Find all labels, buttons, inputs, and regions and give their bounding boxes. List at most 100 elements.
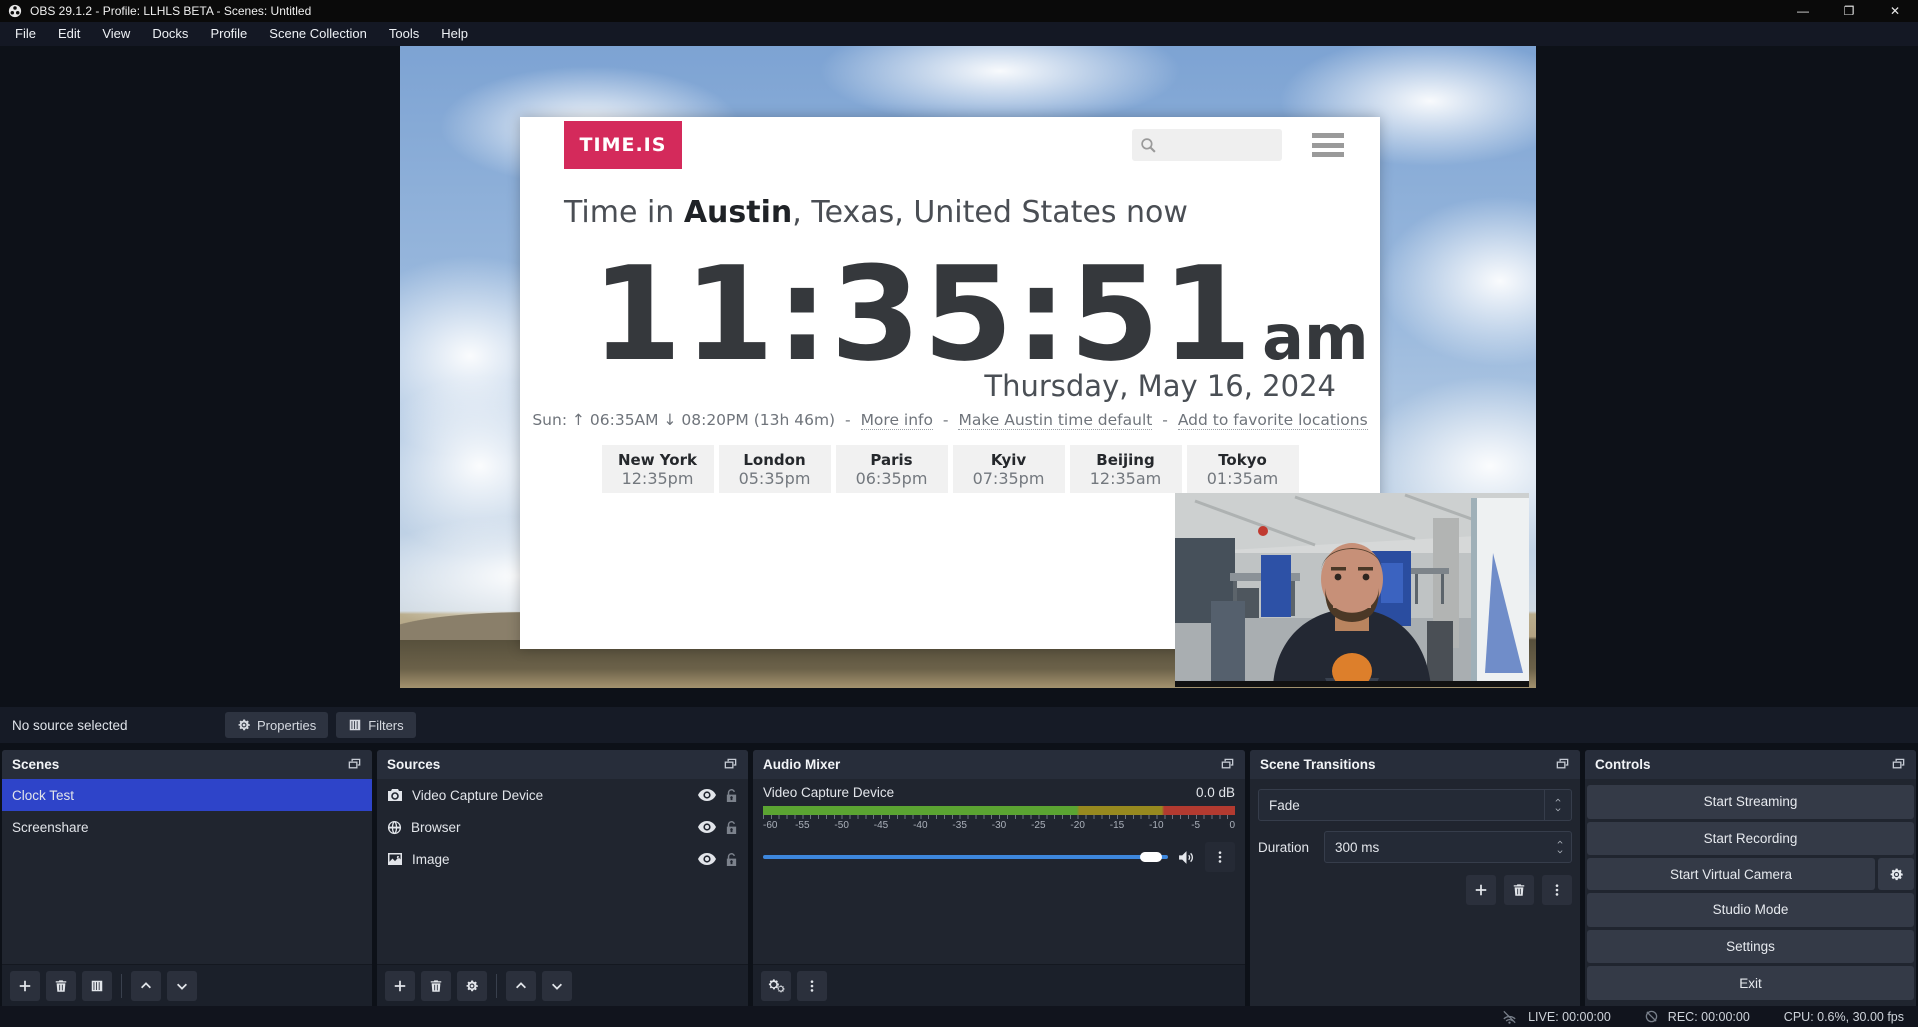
virtual-camera-settings-button[interactable] (1878, 858, 1914, 890)
advanced-audio-button[interactable] (761, 971, 791, 1001)
volume-slider-handle[interactable] (1140, 852, 1162, 862)
add-scene-button[interactable] (10, 971, 40, 1001)
menu-bar: File Edit View Docks Profile Scene Colle… (0, 22, 1918, 46)
source-item-video-capture[interactable]: Video Capture Device (377, 779, 748, 811)
webcam-feed (1175, 493, 1529, 687)
source-properties-button[interactable] (457, 971, 487, 1001)
world-clock-newyork[interactable]: New York12:35pm (602, 445, 714, 493)
obs-window: OBS 29.1.2 - Profile: LLHLS BETA - Scene… (0, 0, 1918, 1027)
start-virtual-camera-button[interactable]: Start Virtual Camera (1587, 858, 1875, 890)
add-transition-button[interactable] (1466, 875, 1496, 905)
lock-icon[interactable] (725, 820, 738, 835)
move-source-down-button[interactable] (542, 971, 572, 1001)
minimize-button[interactable]: — (1780, 0, 1826, 22)
gear-icon (1889, 867, 1904, 882)
world-clock-kyiv[interactable]: Kyiv07:35pm (953, 445, 1065, 493)
speaker-icon[interactable] (1178, 850, 1195, 865)
controls-body: Start Streaming Start Recording Start Vi… (1585, 779, 1916, 1006)
popout-icon[interactable] (1891, 757, 1906, 772)
popout-icon[interactable] (723, 757, 738, 772)
scenes-header: Scenes (2, 750, 372, 779)
transitions-title: Scene Transitions (1260, 757, 1376, 772)
source-item-image[interactable]: Image (377, 843, 748, 875)
properties-button[interactable]: Properties (225, 712, 328, 738)
make-default-link[interactable]: Make Austin time default (958, 411, 1152, 430)
audio-toolbar (753, 964, 1245, 1006)
mixer-menu-button[interactable] (797, 971, 827, 1001)
popout-icon[interactable] (347, 757, 362, 772)
source-status-text: No source selected (12, 718, 217, 733)
transition-select[interactable]: Fade (1258, 789, 1572, 821)
stream-inactive-icon (1501, 1010, 1518, 1024)
channel-menu-button[interactable] (1205, 842, 1235, 872)
visibility-eye-icon[interactable] (698, 821, 716, 833)
scene-item-clock-test[interactable]: Clock Test (2, 779, 372, 811)
preview-canvas[interactable]: TIME.IS Time in Austin, Texas, United St… (0, 46, 1918, 706)
transitions-header: Scene Transitions (1250, 750, 1580, 779)
move-scene-down-button[interactable] (167, 971, 197, 1001)
settings-button[interactable]: Settings (1587, 930, 1914, 964)
menu-file[interactable]: File (4, 22, 47, 46)
sources-title: Sources (387, 757, 440, 772)
live-timecode: LIVE: 00:00:00 (1528, 1010, 1611, 1024)
visibility-eye-icon[interactable] (698, 853, 716, 865)
restore-button[interactable]: ❐ (1826, 0, 1872, 22)
volume-meter (763, 806, 1235, 815)
start-streaming-button[interactable]: Start Streaming (1587, 785, 1914, 819)
add-source-button[interactable] (385, 971, 415, 1001)
webcam-overlay (1175, 493, 1529, 687)
world-clock-paris[interactable]: Paris06:35pm (836, 445, 948, 493)
hamburger-menu-icon[interactable] (1312, 133, 1344, 157)
scene-item-screenshare[interactable]: Screenshare (2, 811, 372, 843)
mixer-channel: Video Capture Device 0.0 dB -60 -55 -50 … (753, 779, 1245, 965)
scene-filters-button[interactable] (82, 971, 112, 1001)
menu-docks[interactable]: Docks (141, 22, 199, 46)
lock-icon[interactable] (725, 852, 738, 867)
scenes-panel: Scenes Clock Test Screenshare (2, 750, 372, 1006)
duration-spinner[interactable]: 300 ms (1324, 831, 1572, 863)
toolbar-divider (121, 974, 122, 998)
menu-scene-collection[interactable]: Scene Collection (258, 22, 378, 46)
visibility-eye-icon[interactable] (698, 789, 716, 801)
remove-source-button[interactable] (421, 971, 451, 1001)
remove-scene-button[interactable] (46, 971, 76, 1001)
lock-icon[interactable] (725, 788, 738, 803)
transition-menu-button[interactable] (1542, 875, 1572, 905)
menu-help[interactable]: Help (430, 22, 479, 46)
remove-transition-button[interactable] (1504, 875, 1534, 905)
move-scene-up-button[interactable] (131, 971, 161, 1001)
world-clock-london[interactable]: London05:35pm (719, 445, 831, 493)
chevron-updown-icon (1549, 839, 1571, 855)
move-source-up-button[interactable] (506, 971, 536, 1001)
db-scale: -60 -55 -50 -45 -40 -35 -30 -25 -20 -15 … (763, 820, 1235, 834)
gear-icon (237, 718, 251, 732)
transitions-panel: Scene Transitions Fade Duration 300 ms (1250, 750, 1580, 1006)
popout-icon[interactable] (1220, 757, 1235, 772)
exit-button[interactable]: Exit (1587, 966, 1914, 1000)
add-favorite-link[interactable]: Add to favorite locations (1178, 411, 1368, 430)
volume-slider[interactable] (763, 855, 1168, 859)
source-item-browser[interactable]: Browser (377, 811, 748, 843)
menu-view[interactable]: View (91, 22, 141, 46)
scenes-title: Scenes (12, 757, 59, 772)
studio-mode-button[interactable]: Studio Mode (1587, 893, 1914, 927)
close-button[interactable]: ✕ (1872, 0, 1918, 22)
menu-profile[interactable]: Profile (199, 22, 258, 46)
source-toolbar: No source selected Properties Filters (0, 707, 1918, 743)
start-recording-button[interactable]: Start Recording (1587, 822, 1914, 856)
world-clock-beijing[interactable]: Beijing12:35am (1070, 445, 1182, 493)
menu-tools[interactable]: Tools (378, 22, 430, 46)
search-input[interactable] (1132, 129, 1282, 161)
transitions-body: Fade Duration 300 ms (1250, 779, 1580, 1006)
popout-icon[interactable] (1555, 757, 1570, 772)
sources-list: Video Capture Device Browser Image (377, 779, 748, 965)
window-title: OBS 29.1.2 - Profile: LLHLS BETA - Scene… (30, 4, 311, 18)
timeis-logo[interactable]: TIME.IS (564, 121, 682, 169)
world-clock-tokyo[interactable]: Tokyo01:35am (1187, 445, 1299, 493)
filters-button[interactable]: Filters (336, 712, 415, 738)
more-info-link[interactable]: More info (861, 411, 933, 430)
audio-mixer-panel: Audio Mixer Video Capture Device 0.0 dB … (753, 750, 1245, 1006)
channel-level: 0.0 dB (1196, 785, 1235, 800)
menu-edit[interactable]: Edit (47, 22, 91, 46)
globe-icon (387, 820, 402, 835)
